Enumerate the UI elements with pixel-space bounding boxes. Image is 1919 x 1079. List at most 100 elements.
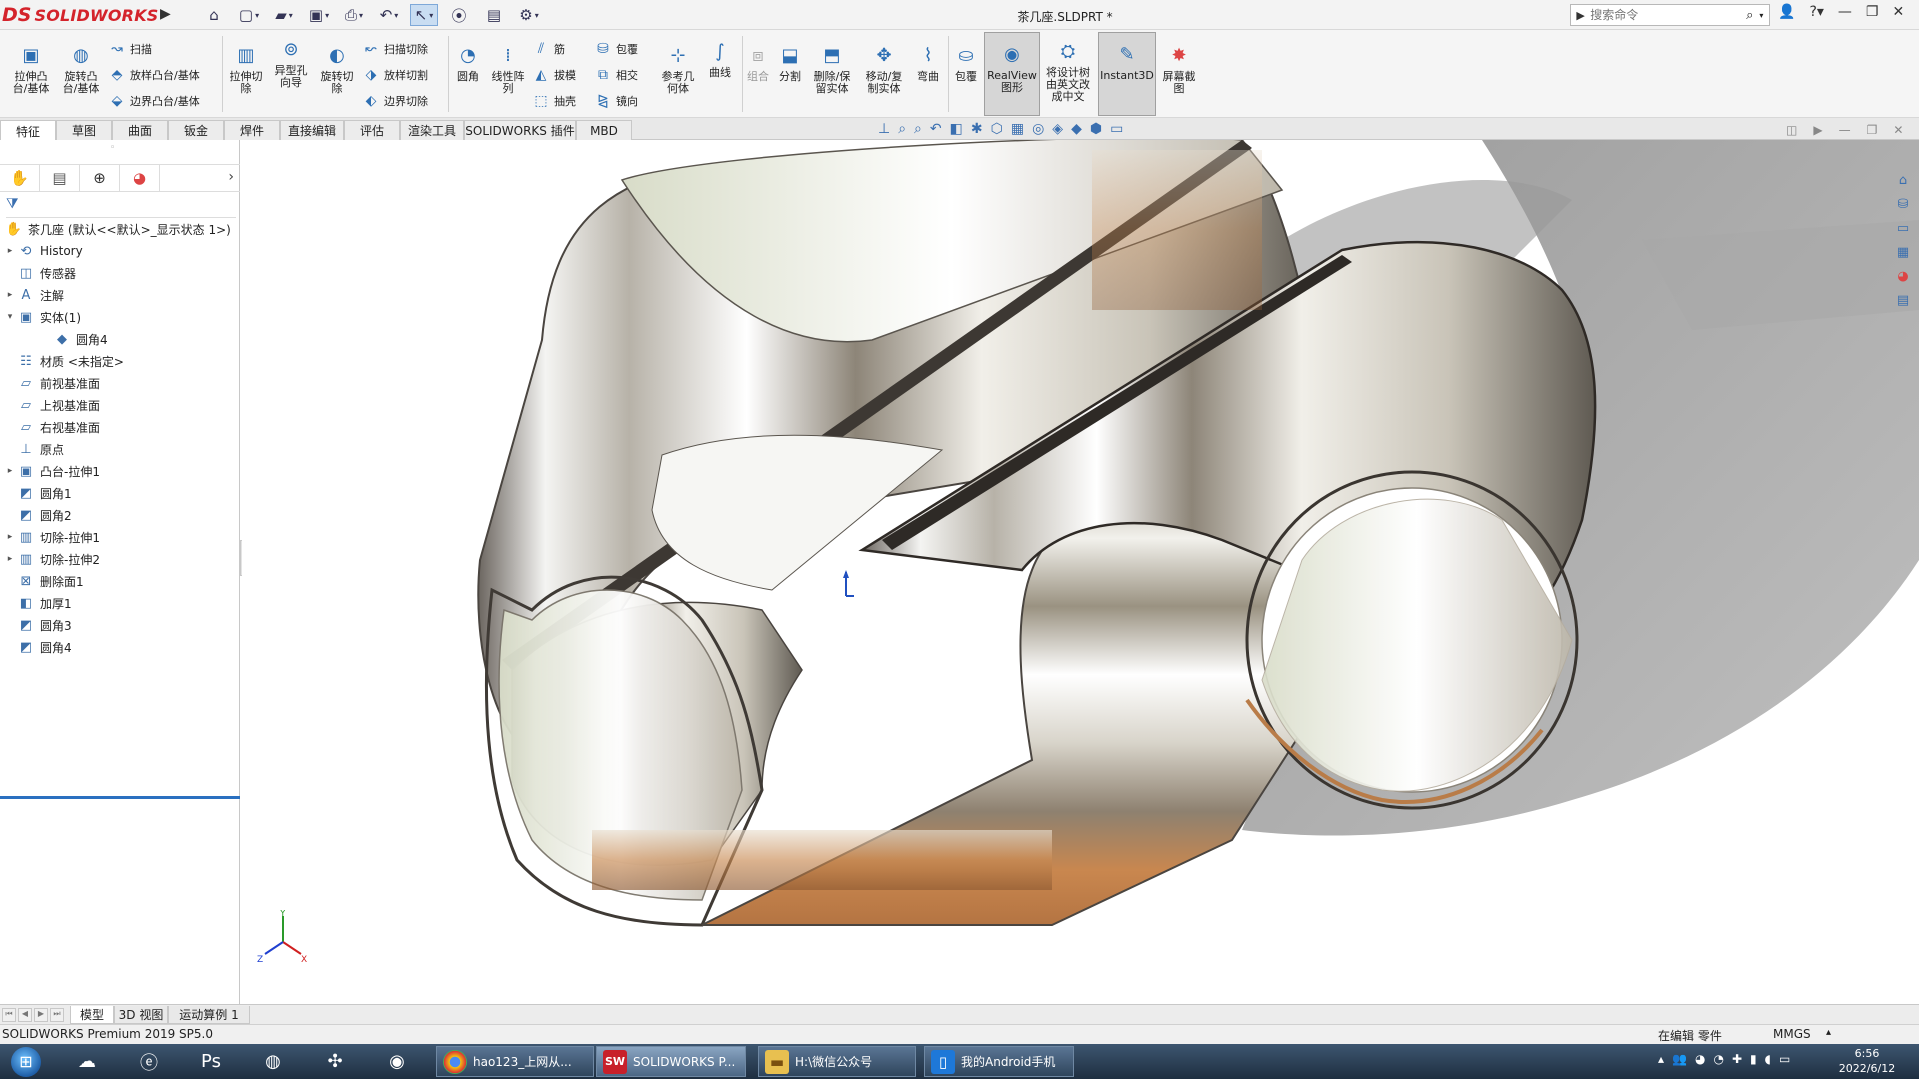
view-origin-icon[interactable]: ⊥ xyxy=(878,121,890,137)
tab-motion-study[interactable]: 运动算例 1 xyxy=(168,1006,250,1024)
tree-node[interactable]: ◩ 圆角4 xyxy=(0,636,240,658)
display-style-icon[interactable]: ▦ xyxy=(1011,121,1024,137)
rib-button[interactable]: ⫽ 筋 xyxy=(532,38,565,60)
tree-node[interactable]: ◩ 圆角2 xyxy=(0,504,240,526)
tree-expand-icon[interactable]: ▸ xyxy=(4,290,16,300)
tree-expand-icon[interactable]: ▸ xyxy=(4,466,16,476)
draft-button[interactable]: ◭ 拔模 xyxy=(532,64,576,86)
viewport-minimize-icon[interactable]: — xyxy=(1839,123,1851,137)
tray-power-icon[interactable]: ✚ xyxy=(1732,1052,1742,1066)
taskbar-clock[interactable]: 6:56 2022/6/12 xyxy=(1822,1046,1912,1076)
hide-show-items-icon[interactable]: ◎ xyxy=(1032,121,1044,137)
ie-browser-icon[interactable]: ⓔ xyxy=(128,1046,170,1077)
tray-qq-icon[interactable]: ◔ xyxy=(1713,1052,1723,1066)
tray-display-icon[interactable]: ▭ xyxy=(1779,1052,1790,1066)
view-settings-icon[interactable]: ⬢ xyxy=(1090,121,1102,137)
close-icon[interactable]: ✕ xyxy=(1892,4,1904,20)
solidworks-pin-icon[interactable]: ✣ xyxy=(314,1046,356,1077)
tab-direct-editing[interactable]: 直接编辑 xyxy=(280,120,344,140)
tab-sketch[interactable]: 草图 xyxy=(56,120,112,140)
split-button[interactable]: ⬓ 分割 xyxy=(774,44,806,83)
viewport-close-icon[interactable]: ✕ xyxy=(1893,123,1903,137)
wrap-button[interactable]: ⛁ 包覆 xyxy=(594,38,638,60)
tree-node[interactable]: ◆ 圆角4 xyxy=(0,328,240,350)
tab-mbd[interactable]: MBD xyxy=(576,120,632,140)
next-tab-icon[interactable]: ▶ xyxy=(34,1008,48,1022)
configuration-manager-tab-icon[interactable]: ⊕ xyxy=(80,165,120,191)
tab-features[interactable]: 特征 xyxy=(0,120,56,141)
previous-view-icon[interactable]: ↶ xyxy=(930,121,942,137)
curves-button[interactable]: ∫ 曲线 xyxy=(702,40,738,79)
screen-capture-button[interactable]: ✸ 屏幕截 图 xyxy=(1158,44,1200,95)
realview-button[interactable]: ◉ RealView 图形 xyxy=(984,32,1040,116)
prev-tab-icon[interactable]: ◀ xyxy=(18,1008,32,1022)
search-input[interactable] xyxy=(1590,8,1741,22)
tree-node[interactable]: ⊠ 删除面1 xyxy=(0,570,240,592)
tree-node[interactable]: ◧ 加厚1 xyxy=(0,592,240,614)
tab-weldments[interactable]: 焊件 xyxy=(224,120,280,140)
delete-keep-body-button[interactable]: ⬒ 删除/保 留实体 xyxy=(808,44,856,95)
taskbar-app-browser[interactable]: hao123_上网从... xyxy=(436,1046,594,1077)
tree-expand-icon[interactable]: ▾ xyxy=(4,312,16,322)
extrude-cut-button[interactable]: ▥ 拉伸切 除 xyxy=(224,44,268,95)
dynamic-annotation-icon[interactable]: ✱ xyxy=(971,121,983,137)
tab-sheet-metal[interactable]: 钣金 xyxy=(168,120,224,140)
sweep-cut-button[interactable]: ↜ 扫描切除 xyxy=(362,38,428,60)
tray-network-icon[interactable]: ▮ xyxy=(1750,1052,1757,1066)
photoshop-icon[interactable]: Ps xyxy=(190,1046,232,1077)
tree-node[interactable]: ▸ A 注解 xyxy=(0,284,240,306)
tab-surfaces[interactable]: 曲面 xyxy=(112,120,168,140)
search-dropdown-icon[interactable]: ▾ xyxy=(1759,11,1769,20)
tree-expand-icon[interactable]: ▸ xyxy=(4,532,16,542)
file-explorer-icon[interactable]: ▭ xyxy=(1892,218,1914,238)
reference-geometry-button[interactable]: ⊹ 参考几 何体 xyxy=(656,44,700,95)
panel-grip-icon[interactable]: ◦ xyxy=(110,143,115,153)
tree-node[interactable]: ▸ ▣ 凸台-拉伸1 xyxy=(0,460,240,482)
tab-solidworks-addins[interactable]: SOLIDWORKS 插件 xyxy=(464,120,576,140)
command-prompt-icon[interactable]: ▶ xyxy=(1571,9,1590,22)
revolve-boss-button[interactable]: ◍ 旋转凸 台/基体 xyxy=(58,44,104,95)
wrap-body-button[interactable]: ⛀ 包覆 xyxy=(950,44,982,83)
linear-pattern-button[interactable]: ⁞ 线性阵 列 xyxy=(486,44,530,95)
first-tab-icon[interactable]: ⏮ xyxy=(2,1008,16,1022)
display-manager-tab-icon[interactable]: ◕ xyxy=(120,165,160,191)
zoom-to-fit-icon[interactable]: ⌕ xyxy=(898,121,906,137)
tray-user-icon[interactable]: 👥 xyxy=(1672,1052,1687,1066)
tree-expand-icon[interactable]: ▸ xyxy=(4,554,16,564)
tree-node[interactable]: ☷ 材质 <未指定> xyxy=(0,350,240,372)
revolve-cut-button[interactable]: ◐ 旋转切 除 xyxy=(314,44,360,95)
edit-appearance-icon[interactable]: ◈ xyxy=(1052,121,1063,137)
help-icon[interactable]: ?▾ xyxy=(1809,4,1823,20)
minimize-icon[interactable]: — xyxy=(1838,4,1852,20)
extrude-boss-button[interactable]: ▣ 拉伸凸 台/基体 xyxy=(8,44,54,95)
instant3d-button[interactable]: ✎ Instant3D xyxy=(1098,32,1156,116)
move-copy-body-button[interactable]: ✥ 移动/复 制实体 xyxy=(860,44,908,95)
viewport-restore-icon[interactable]: ❐ xyxy=(1867,123,1878,137)
tree-node[interactable]: ▸ ▥ 切除-拉伸2 xyxy=(0,548,240,570)
tree-node[interactable]: ◩ 圆角1 xyxy=(0,482,240,504)
tab-model[interactable]: 模型 xyxy=(70,1006,114,1024)
design-library-icon[interactable]: ⛁ xyxy=(1892,194,1914,214)
tab-3d-view[interactable]: 3D 视图 xyxy=(114,1006,168,1024)
tray-expand-icon[interactable]: ▴ xyxy=(1658,1052,1664,1066)
appearances-icon[interactable]: ◕ xyxy=(1892,266,1914,286)
tab-render-tools[interactable]: 渲染工具 xyxy=(400,120,464,140)
tree-node[interactable]: ▸ ⟲ History xyxy=(0,240,240,262)
flex-button[interactable]: ⌇ 弯曲 xyxy=(912,44,944,83)
zoom-to-area-icon[interactable]: ⌕ xyxy=(914,121,922,137)
tree-expand-icon[interactable]: ▸ xyxy=(4,246,16,256)
loft-boss-button[interactable]: ⬘ 放样凸台/基体 xyxy=(108,64,200,86)
obs-recorder-icon[interactable]: ◉ xyxy=(376,1046,418,1077)
rollback-bar[interactable] xyxy=(0,796,240,799)
view-orientation-icon[interactable]: ⬡ xyxy=(991,121,1003,137)
tree-root[interactable]: ✋ 茶几座 (默认<<默认>_显示状态 1>) xyxy=(0,218,240,240)
view-palette-icon[interactable]: ▦ xyxy=(1892,242,1914,262)
taskbar-app-solidworks[interactable]: SW SOLIDWORKS P... xyxy=(596,1046,746,1077)
boundary-boss-button[interactable]: ⬙ 边界凸台/基体 xyxy=(108,90,200,112)
apply-scene-icon[interactable]: ◆ xyxy=(1071,121,1082,137)
mirror-button[interactable]: ⧎ 镜向 xyxy=(594,90,638,112)
combine-button[interactable]: ⧈ 组合 xyxy=(744,44,772,83)
tray-security-icon[interactable]: ◕ xyxy=(1695,1052,1705,1066)
baidu-netdisk-icon[interactable]: ☁ xyxy=(66,1046,108,1077)
shell-button[interactable]: ⬚ 抽壳 xyxy=(532,90,576,112)
